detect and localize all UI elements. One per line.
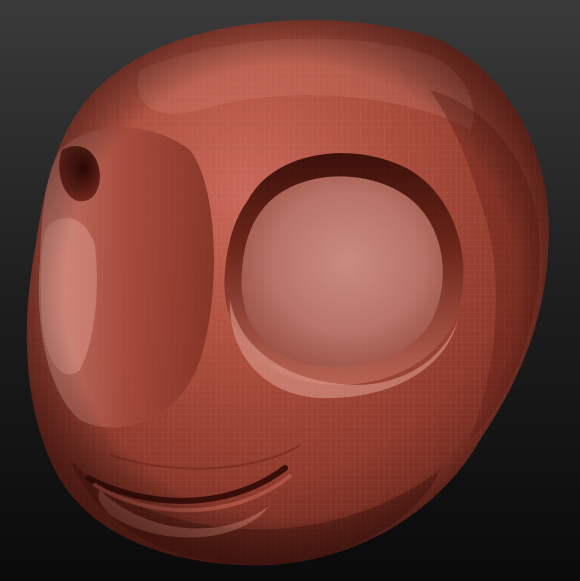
3d-viewport[interactable] <box>0 0 580 581</box>
viewport-canvas[interactable] <box>0 0 580 581</box>
